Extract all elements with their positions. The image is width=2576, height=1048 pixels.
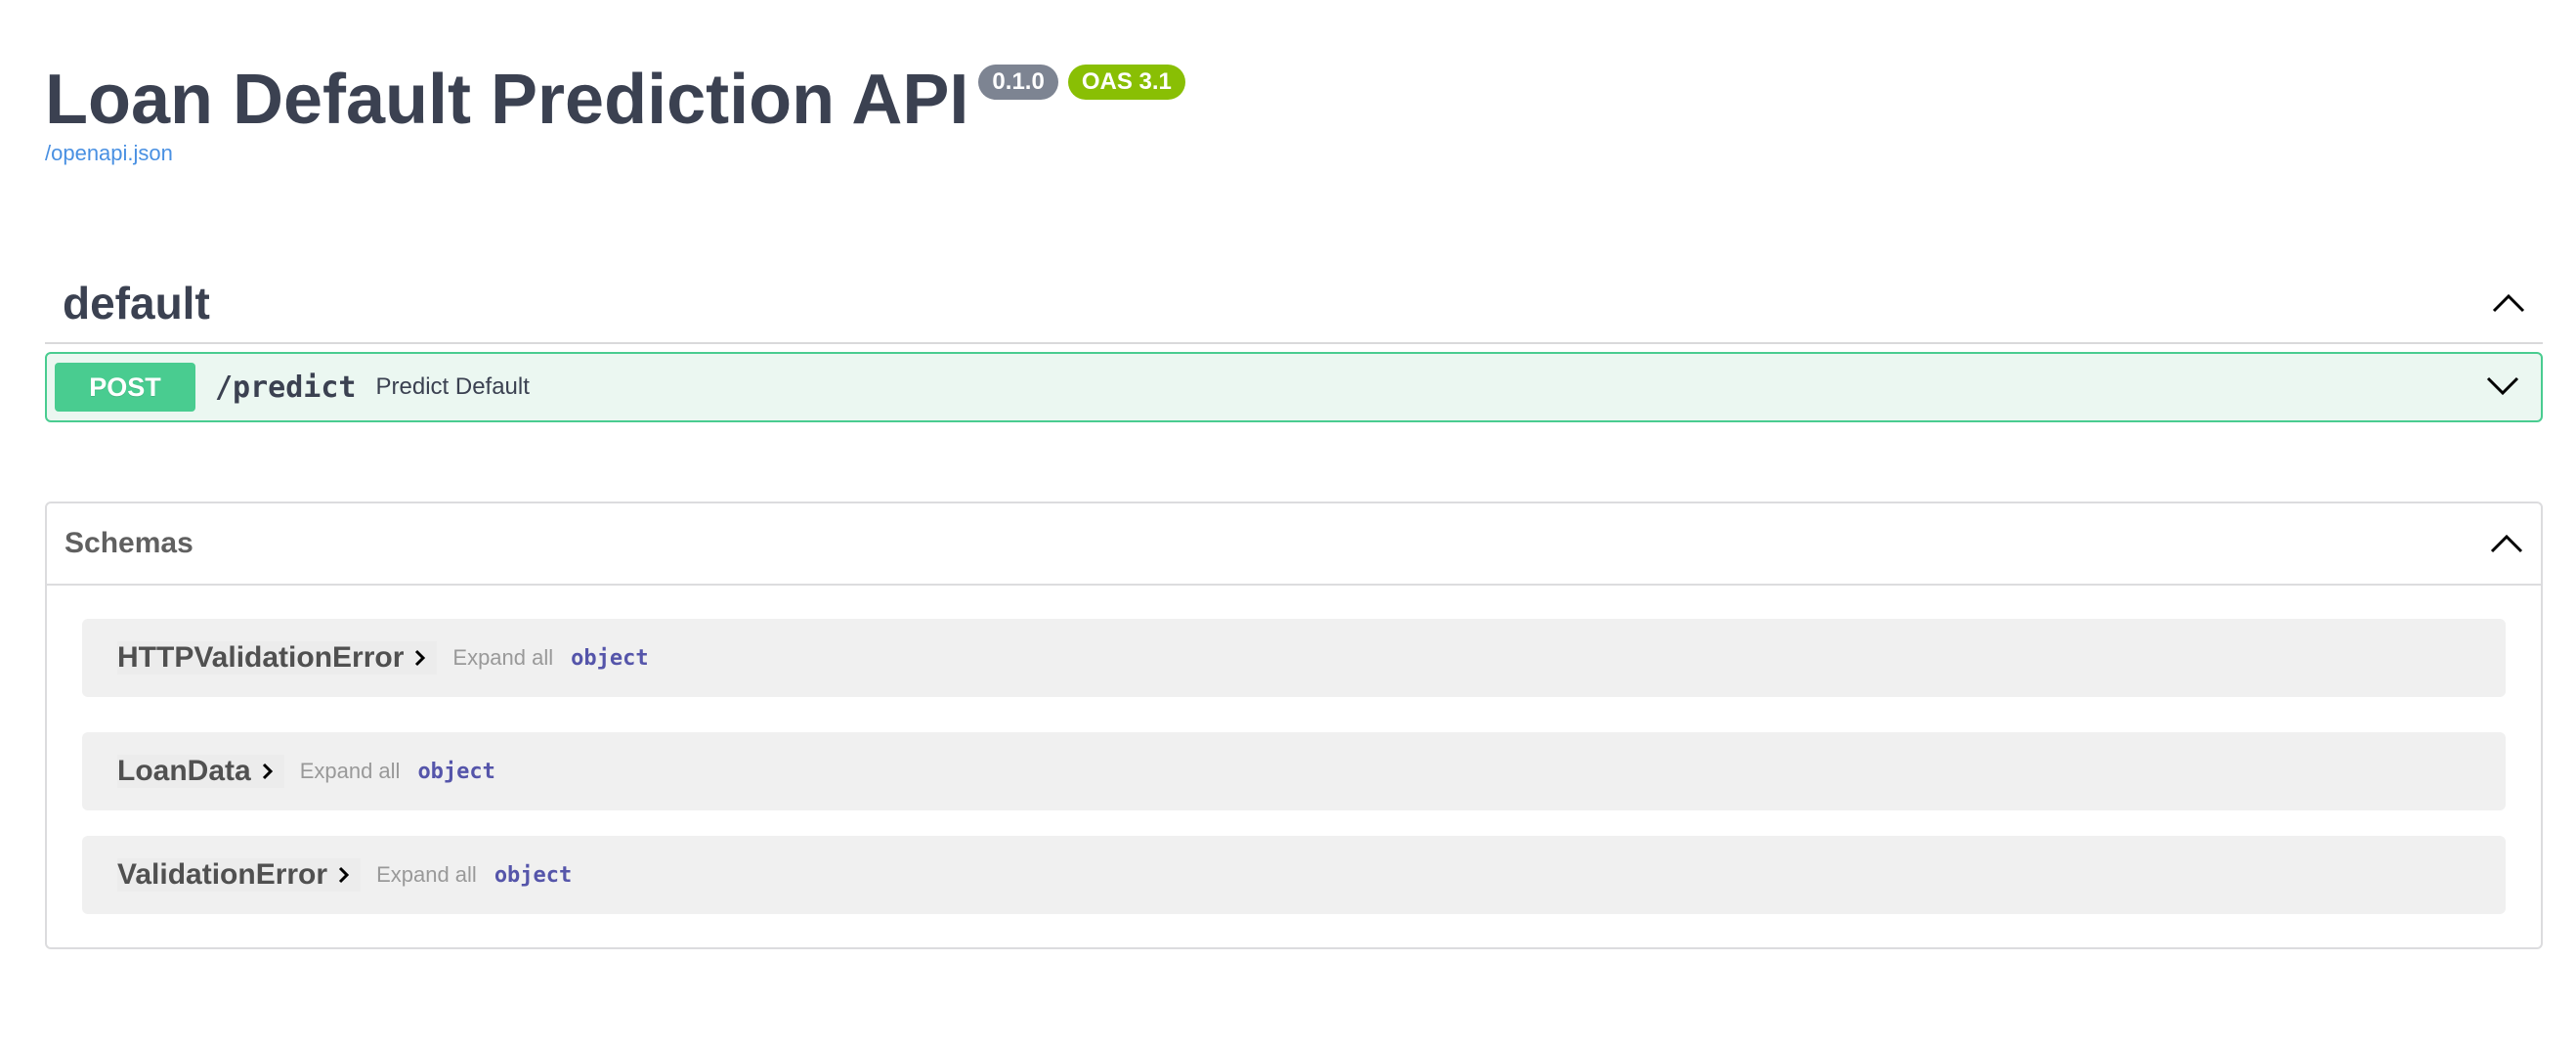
operation-summary: Predict Default xyxy=(375,373,530,400)
chevron-right-icon xyxy=(339,866,350,884)
title-row: Loan Default Prediction API 0.1.0 OAS 3.… xyxy=(45,59,1185,141)
expand-all-link[interactable]: Expand all xyxy=(452,645,553,671)
chevron-down-icon[interactable] xyxy=(2486,373,2519,401)
schemas-section: Schemas HTTPValidationError Expand all o… xyxy=(45,502,2543,949)
schema-toggle[interactable]: ValidationError xyxy=(117,858,362,892)
api-info: Loan Default Prediction API 0.1.0 OAS 3.… xyxy=(45,59,1185,166)
tag-title: default xyxy=(63,278,210,328)
http-method-badge: POST xyxy=(55,363,195,412)
tag-section-default: default POST /predict Predict Default xyxy=(45,264,2543,422)
chevron-up-icon[interactable] xyxy=(2492,292,2525,314)
operation-path: /predict xyxy=(215,370,357,405)
expand-all-link[interactable]: Expand all xyxy=(300,759,401,784)
chevron-right-icon xyxy=(262,763,273,780)
version-badge: 0.1.0 xyxy=(978,65,1058,100)
schemas-title: Schemas xyxy=(64,527,193,559)
operation-post-predict[interactable]: POST /predict Predict Default xyxy=(45,352,2543,422)
tag-header[interactable]: default xyxy=(45,264,2543,344)
schema-toggle[interactable]: HTTPValidationError xyxy=(117,641,438,675)
oas-badge: OAS 3.1 xyxy=(1067,65,1185,100)
schema-name: HTTPValidationError xyxy=(117,641,405,674)
schema-toggle[interactable]: LoanData xyxy=(117,755,284,788)
chevron-up-icon[interactable] xyxy=(2490,533,2523,554)
schema-type: object xyxy=(417,759,495,784)
api-title: Loan Default Prediction API xyxy=(45,61,969,139)
schema-row-httpvalidationerror[interactable]: HTTPValidationError Expand all object xyxy=(82,619,2506,697)
expand-all-link[interactable]: Expand all xyxy=(376,862,477,888)
schema-row-loandata[interactable]: LoanData Expand all object xyxy=(82,732,2506,810)
schema-list: HTTPValidationError Expand all object Lo… xyxy=(47,586,2541,914)
swagger-ui-page: Loan Default Prediction API 0.1.0 OAS 3.… xyxy=(0,0,2576,1048)
schema-name: ValidationError xyxy=(117,858,328,891)
schemas-header[interactable]: Schemas xyxy=(47,503,2541,586)
chevron-right-icon xyxy=(415,649,426,667)
schema-type: object xyxy=(571,645,649,671)
schema-name: LoanData xyxy=(117,755,251,787)
openapi-json-link[interactable]: /openapi.json xyxy=(45,141,1185,166)
schema-type: object xyxy=(494,862,573,888)
schema-row-validationerror[interactable]: ValidationError Expand all object xyxy=(82,836,2506,914)
